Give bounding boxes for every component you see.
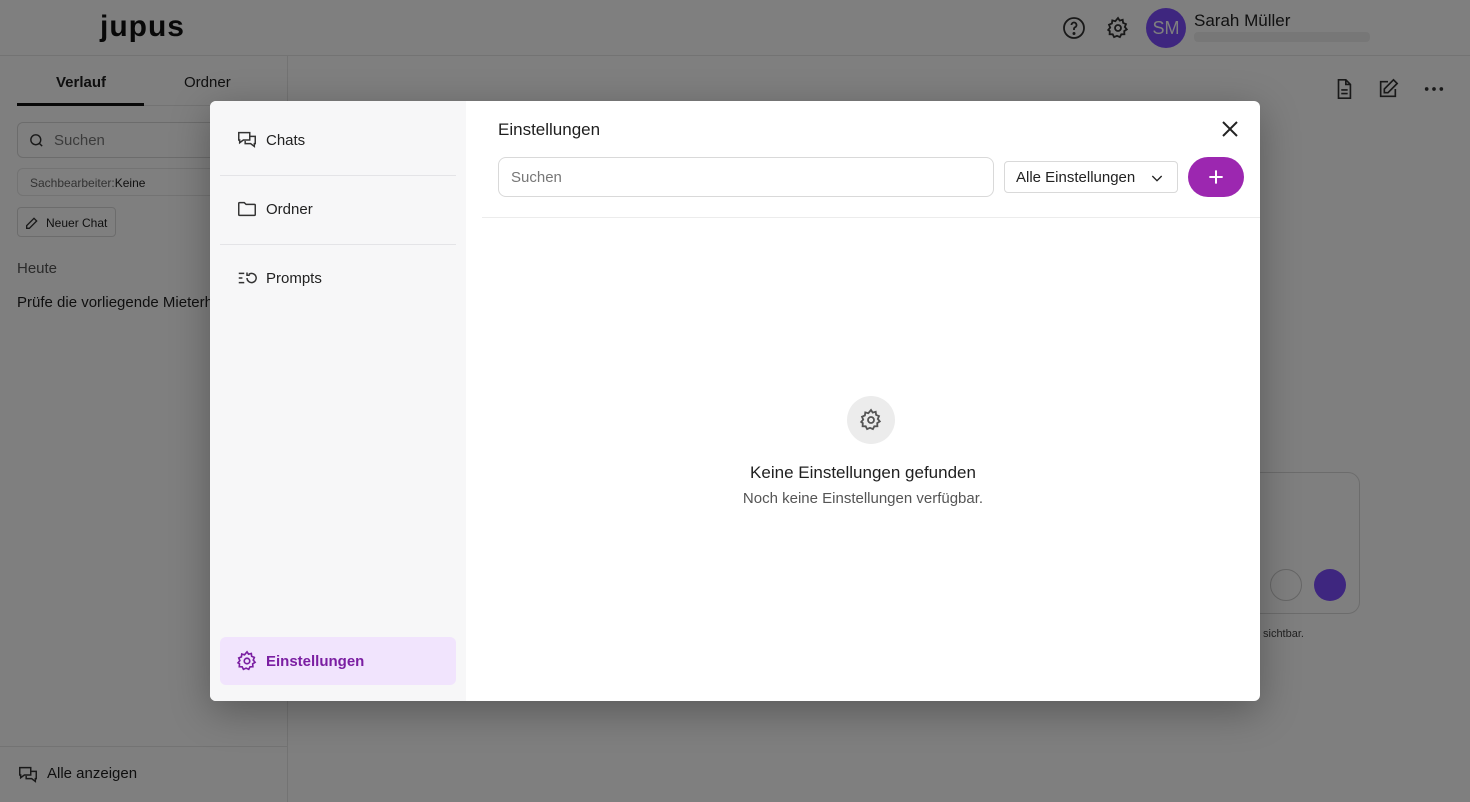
settings-modal: Chats Ordner Prompts Einstellungen Einst…	[210, 101, 1260, 701]
plus-icon	[1209, 170, 1223, 184]
modal-title: Einstellungen	[498, 120, 601, 139]
gear-icon	[859, 408, 882, 431]
empty-state-title: Keine Einstellungen gefunden	[750, 463, 976, 482]
chevron-down-icon	[1151, 175, 1163, 182]
folder-icon	[238, 201, 256, 217]
modal-content: Einstellungen Alle Einstellungen Keine E…	[466, 101, 1260, 701]
nav-divider	[220, 244, 456, 245]
nav-divider	[220, 175, 456, 176]
settings-filter-select[interactable]: Alle Einstellungen	[1004, 161, 1178, 193]
content-divider	[482, 217, 1260, 218]
chats-icon	[238, 131, 256, 148]
nav-item-ordner[interactable]: Ordner	[220, 185, 456, 233]
empty-state-subtitle: Noch keine Einstellungen verfügbar.	[742, 490, 984, 507]
add-setting-button[interactable]	[1188, 157, 1244, 197]
gear-icon	[236, 650, 257, 671]
close-icon[interactable]	[1218, 117, 1242, 141]
empty-state-icon	[847, 396, 895, 444]
nav-item-prompts[interactable]: Prompts	[220, 254, 456, 302]
nav-item-chats[interactable]: Chats	[220, 116, 456, 164]
prompts-icon	[238, 272, 257, 284]
settings-search-input[interactable]	[498, 157, 994, 197]
nav-item-einstellungen[interactable]: Einstellungen	[220, 637, 456, 685]
modal-nav: Chats Ordner Prompts Einstellungen	[210, 101, 466, 701]
